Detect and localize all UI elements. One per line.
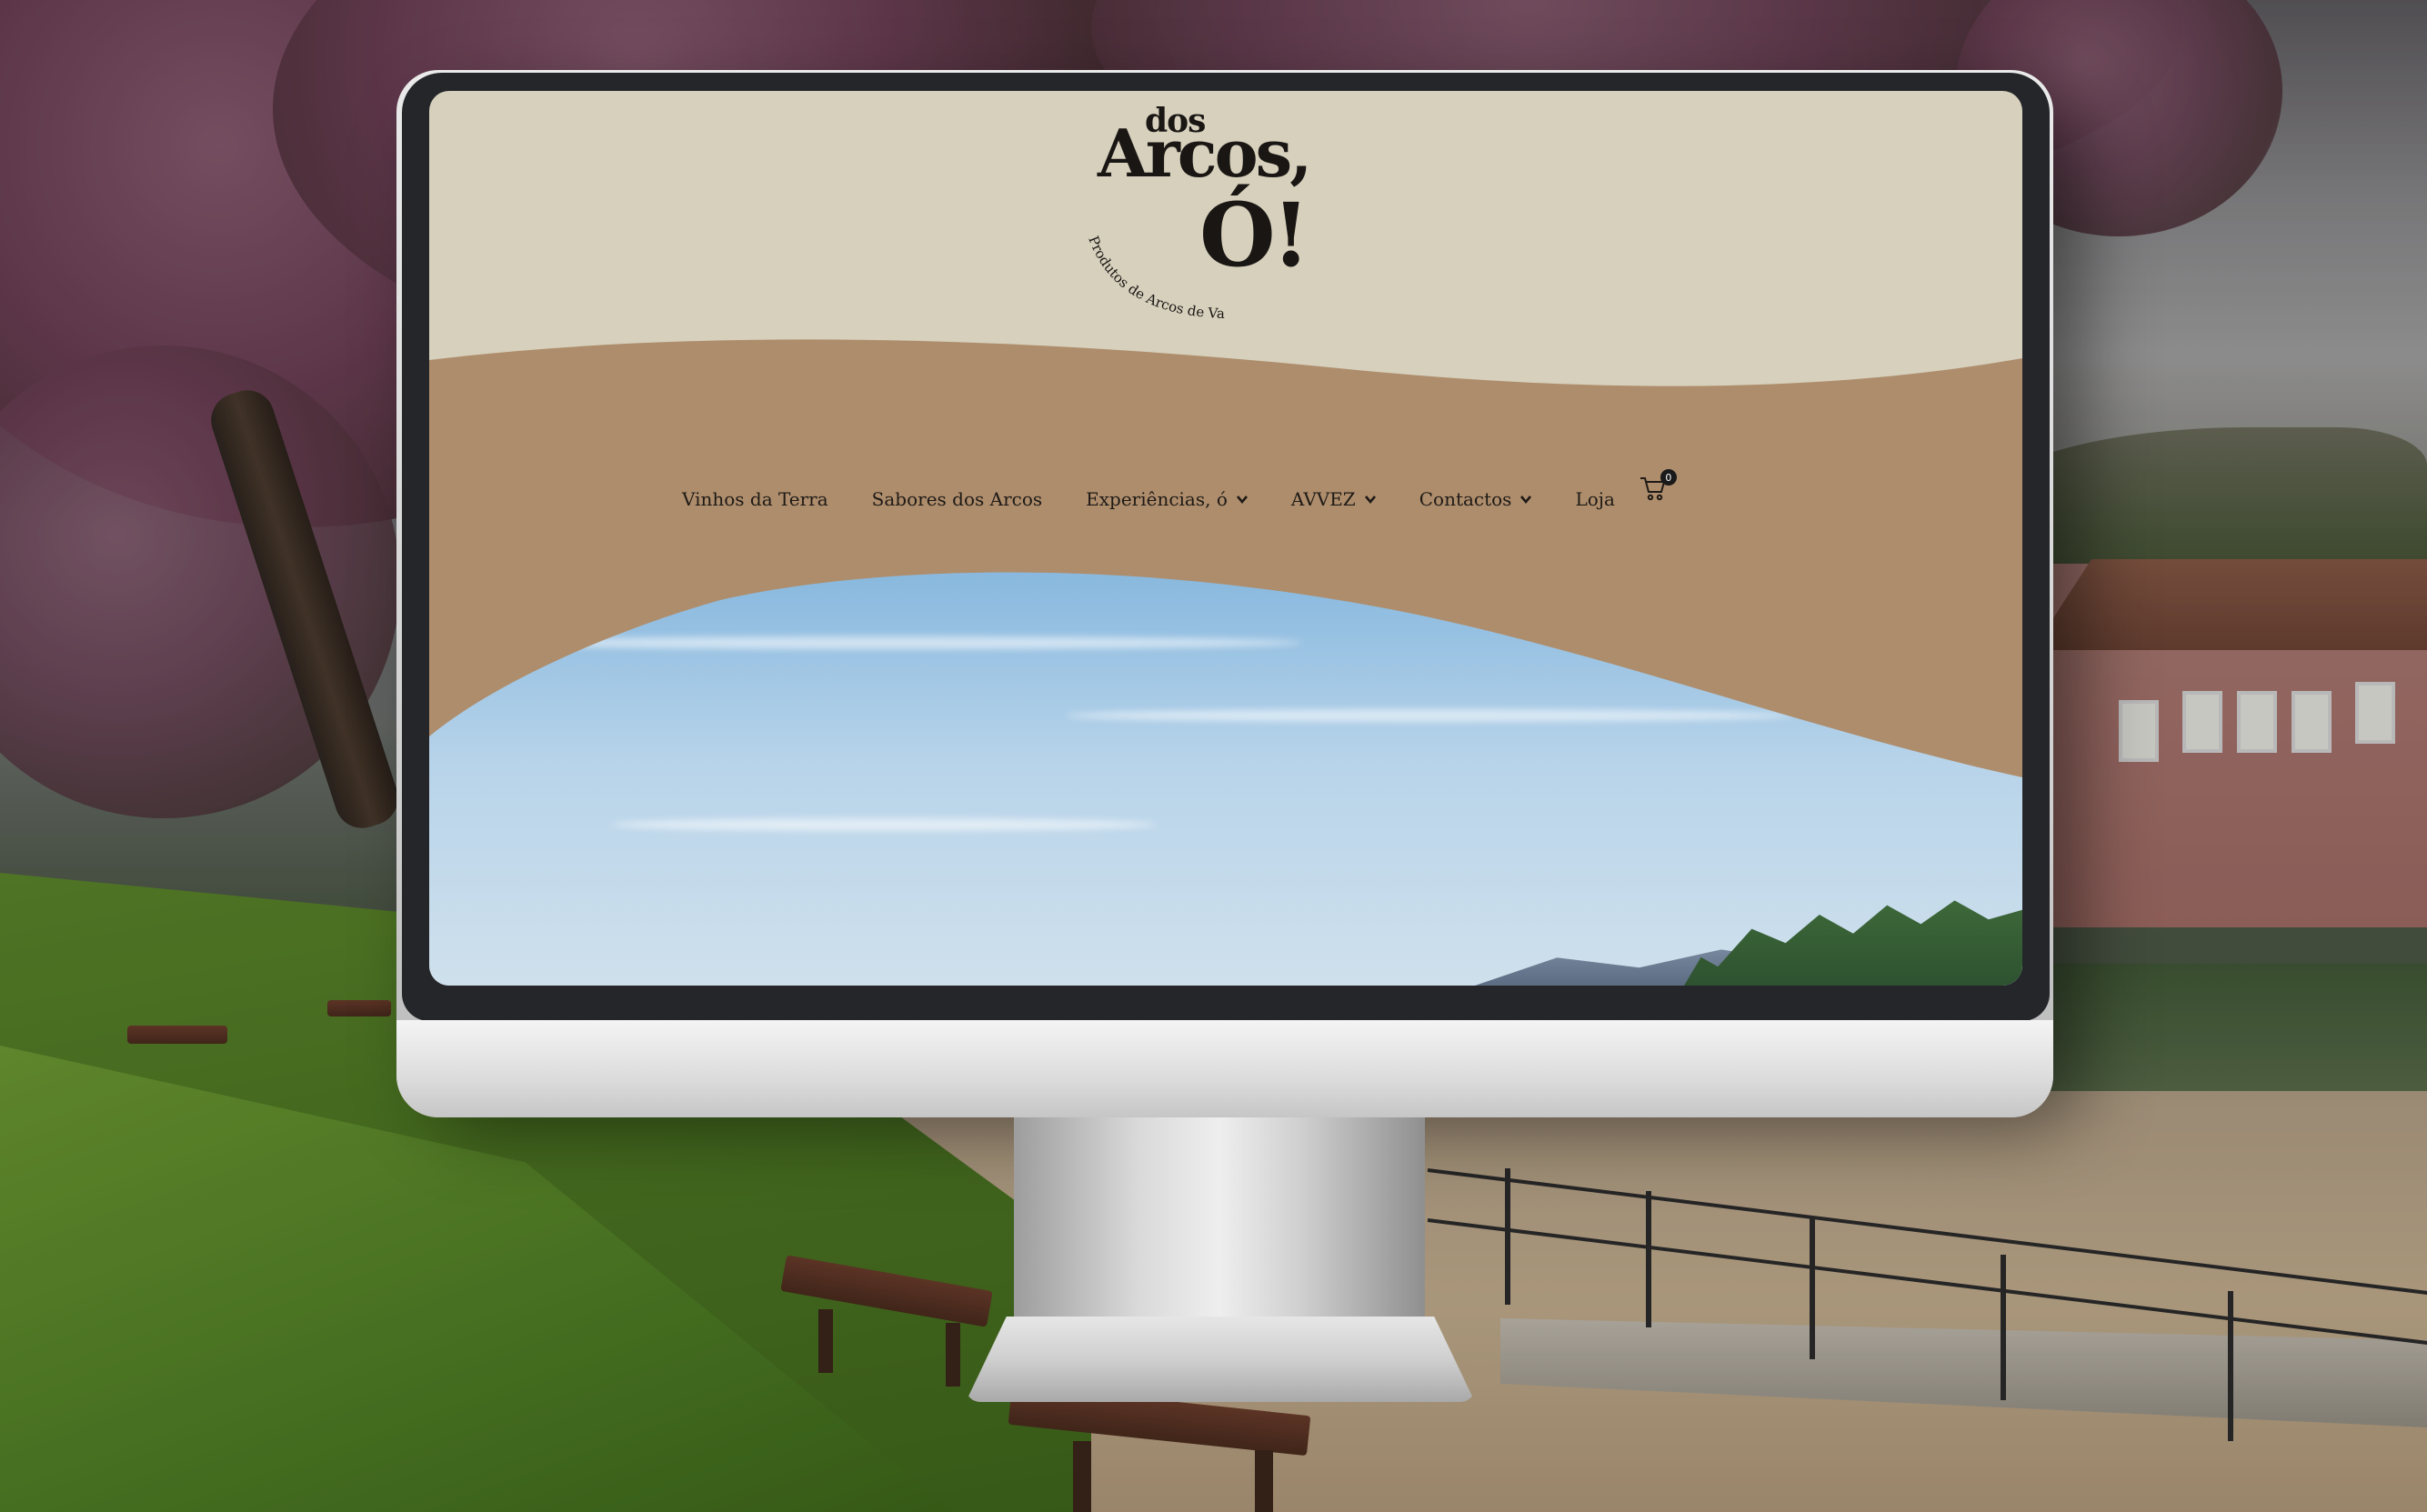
monitor-stand-foot: [966, 1317, 1475, 1402]
nav-loja[interactable]: Loja: [1575, 488, 1614, 510]
chevron-down-icon: [1364, 496, 1376, 505]
nav-label: Experiências, ó: [1086, 488, 1228, 510]
nav-contactos[interactable]: Contactos: [1419, 488, 1532, 510]
nav-label: Loja: [1575, 488, 1615, 510]
monitor-chin: [396, 1020, 2053, 1117]
chevron-down-icon: [1236, 496, 1248, 505]
main-navigation: Vinhos da Terra Sabores dos Arcos Experi…: [682, 469, 1677, 515]
chevron-down-icon: [1520, 496, 1532, 505]
nav-avvez[interactable]: AVVEZ: [1291, 488, 1376, 510]
site-logo[interactable]: dos Arcos, Ó! Produtos de Arcos de Valde…: [1079, 93, 1352, 338]
nav-label: AVVEZ: [1290, 488, 1356, 510]
nav-label: Sabores dos Arcos: [871, 488, 1043, 510]
nav-label: Contactos: [1419, 488, 1512, 510]
website-screen: dos Arcos, Ó! Produtos de Arcos de Valde…: [429, 91, 2022, 986]
logo-line-arcos: Arcos,: [1098, 115, 1312, 192]
cart-button[interactable]: 0: [1639, 469, 1677, 506]
nav-label: Vinhos da Terra: [682, 488, 828, 510]
monitor-stand: [1014, 1116, 1425, 1344]
nav-vinhos-da-terra[interactable]: Vinhos da Terra: [682, 488, 828, 510]
nav-experiencias[interactable]: Experiências, ó: [1086, 488, 1248, 510]
nav-sabores-dos-arcos[interactable]: Sabores dos Arcos: [872, 488, 1042, 510]
logo-tagline-arc: Produtos de Arcos de Valdevez: [1079, 229, 1225, 322]
cart-count-badge: 0: [1660, 469, 1677, 486]
svg-text:Produtos de Arcos de Valdevez: Produtos de Arcos de Valdevez: [1079, 229, 1225, 322]
logo-tagline: Produtos de Arcos de Valdevez: [1079, 229, 1225, 322]
hero-section: dos Arcos, Ó! Produtos de Arcos de Valde…: [429, 91, 2022, 986]
